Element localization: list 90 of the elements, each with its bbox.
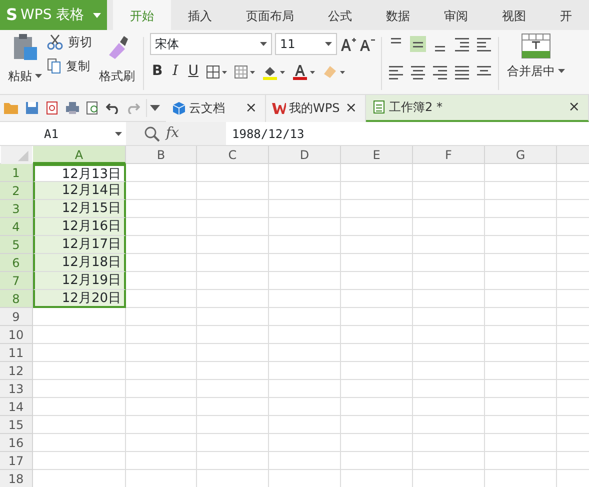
italic-button[interactable]: I <box>170 61 180 82</box>
caret-icon <box>115 132 122 136</box>
row-header[interactable]: 14 <box>0 398 33 416</box>
decrease-indent-icon[interactable] <box>454 36 470 52</box>
column-header[interactable]: B <box>126 146 197 164</box>
dropdown-icon[interactable] <box>150 105 160 111</box>
paste-icon[interactable] <box>12 33 38 61</box>
close-button[interactable]: × <box>343 98 359 118</box>
table-cell: 12月17日 <box>33 236 126 254</box>
table-cell: 12月16日 <box>33 218 126 236</box>
table-cell: 12月18日 <box>33 254 126 272</box>
fx-button[interactable]: fx <box>166 123 180 144</box>
row-header[interactable]: 5 <box>0 236 33 254</box>
cube-icon <box>172 101 186 115</box>
print-icon[interactable] <box>65 101 80 115</box>
row-header[interactable]: 9 <box>0 308 33 326</box>
table-cell: 12月20日 <box>33 290 126 308</box>
ribbon-tab[interactable]: 开 <box>543 0 589 30</box>
row-header[interactable]: 11 <box>0 344 33 362</box>
caret-icon <box>93 12 101 18</box>
row-header[interactable]: 18 <box>0 470 33 487</box>
row-header[interactable]: 7 <box>0 272 33 290</box>
caret-icon <box>260 42 267 46</box>
caret-icon <box>35 74 42 78</box>
cell-style-icon[interactable] <box>234 64 256 78</box>
ribbon-tab[interactable]: 视图 <box>485 0 543 30</box>
table-cell: 12月19日 <box>33 272 126 290</box>
row-header[interactable]: 8 <box>0 290 33 308</box>
column-header[interactable]: G <box>485 146 557 164</box>
increase-indent-icon[interactable] <box>476 36 492 52</box>
font-color-icon[interactable] <box>292 64 316 80</box>
row-header[interactable]: 12 <box>0 362 33 380</box>
copy-button[interactable]: 复制 <box>64 57 92 75</box>
document-tab[interactable]: 云文档 × <box>166 94 266 122</box>
document-tab[interactable]: 工作簿2 * × <box>366 94 589 122</box>
zoom-icon[interactable] <box>144 126 160 142</box>
save-icon[interactable] <box>25 101 39 115</box>
paste-button[interactable]: 粘贴 <box>6 67 44 85</box>
ribbon-tab[interactable]: 数据 <box>369 0 427 30</box>
close-button[interactable]: × <box>566 96 582 118</box>
align-center-icon[interactable] <box>410 64 426 80</box>
scissors-icon[interactable] <box>47 34 63 50</box>
column-header[interactable]: A <box>33 146 126 164</box>
ribbon-tab[interactable]: 开始 <box>113 0 171 30</box>
column-header[interactable]: E <box>341 146 413 164</box>
row-header[interactable]: 2 <box>0 182 33 200</box>
table-cell: 12月14日 <box>33 182 126 200</box>
merge-center-button[interactable]: 合并居中 <box>505 62 567 80</box>
bold-button[interactable]: B <box>150 61 165 82</box>
row-header[interactable]: 16 <box>0 434 33 452</box>
column-header[interactable]: D <box>269 146 341 164</box>
font-size-field[interactable]: 11 <box>275 33 337 55</box>
justify-icon[interactable] <box>454 64 470 80</box>
caret-icon <box>325 42 332 46</box>
merge-center-icon[interactable] <box>521 33 551 59</box>
cut-button[interactable]: 剪切 <box>66 33 94 51</box>
print-preview-icon[interactable] <box>86 101 100 115</box>
align-middle-icon[interactable] <box>410 36 426 52</box>
ribbon-tab[interactable]: 审阅 <box>427 0 485 30</box>
row-header[interactable]: 15 <box>0 416 33 434</box>
row-header[interactable]: 17 <box>0 452 33 470</box>
formula-field[interactable]: 1988/12/13 <box>226 122 589 145</box>
document-tab[interactable]: 我的WPS × <box>266 94 366 122</box>
name-box[interactable]: A1 <box>0 122 126 145</box>
close-button[interactable]: × <box>243 98 259 118</box>
column-header[interactable]: F <box>413 146 485 164</box>
table-cell: 12月13日 <box>33 164 126 182</box>
ribbon-tab[interactable]: 插入 <box>171 0 229 30</box>
copy-icon[interactable] <box>47 58 61 74</box>
w-logo-icon <box>272 101 286 115</box>
ribbon-tab[interactable]: 公式 <box>311 0 369 30</box>
column-header[interactable]: C <box>197 146 269 164</box>
row-header[interactable]: 1 <box>0 164 33 182</box>
align-left-icon[interactable] <box>388 64 404 80</box>
align-right-icon[interactable] <box>432 64 448 80</box>
borders-icon[interactable] <box>206 64 228 78</box>
table-cell: 12月15日 <box>33 200 126 218</box>
caret-icon <box>558 69 565 73</box>
row-header[interactable]: 3 <box>0 200 33 218</box>
underline-button[interactable]: U <box>186 61 200 82</box>
format-painter-button[interactable]: 格式刷 <box>97 67 137 85</box>
row-header[interactable]: 4 <box>0 218 33 236</box>
spreadsheet-icon <box>372 100 386 114</box>
ribbon-tab[interactable]: 页面布局 <box>229 0 311 30</box>
undo-icon[interactable] <box>106 102 120 114</box>
increase-font-icon[interactable] <box>340 36 356 52</box>
row-header[interactable]: 6 <box>0 254 33 272</box>
row-header[interactable]: 10 <box>0 326 33 344</box>
row-header[interactable]: 13 <box>0 380 33 398</box>
font-name-field[interactable]: 宋体 <box>150 33 272 55</box>
